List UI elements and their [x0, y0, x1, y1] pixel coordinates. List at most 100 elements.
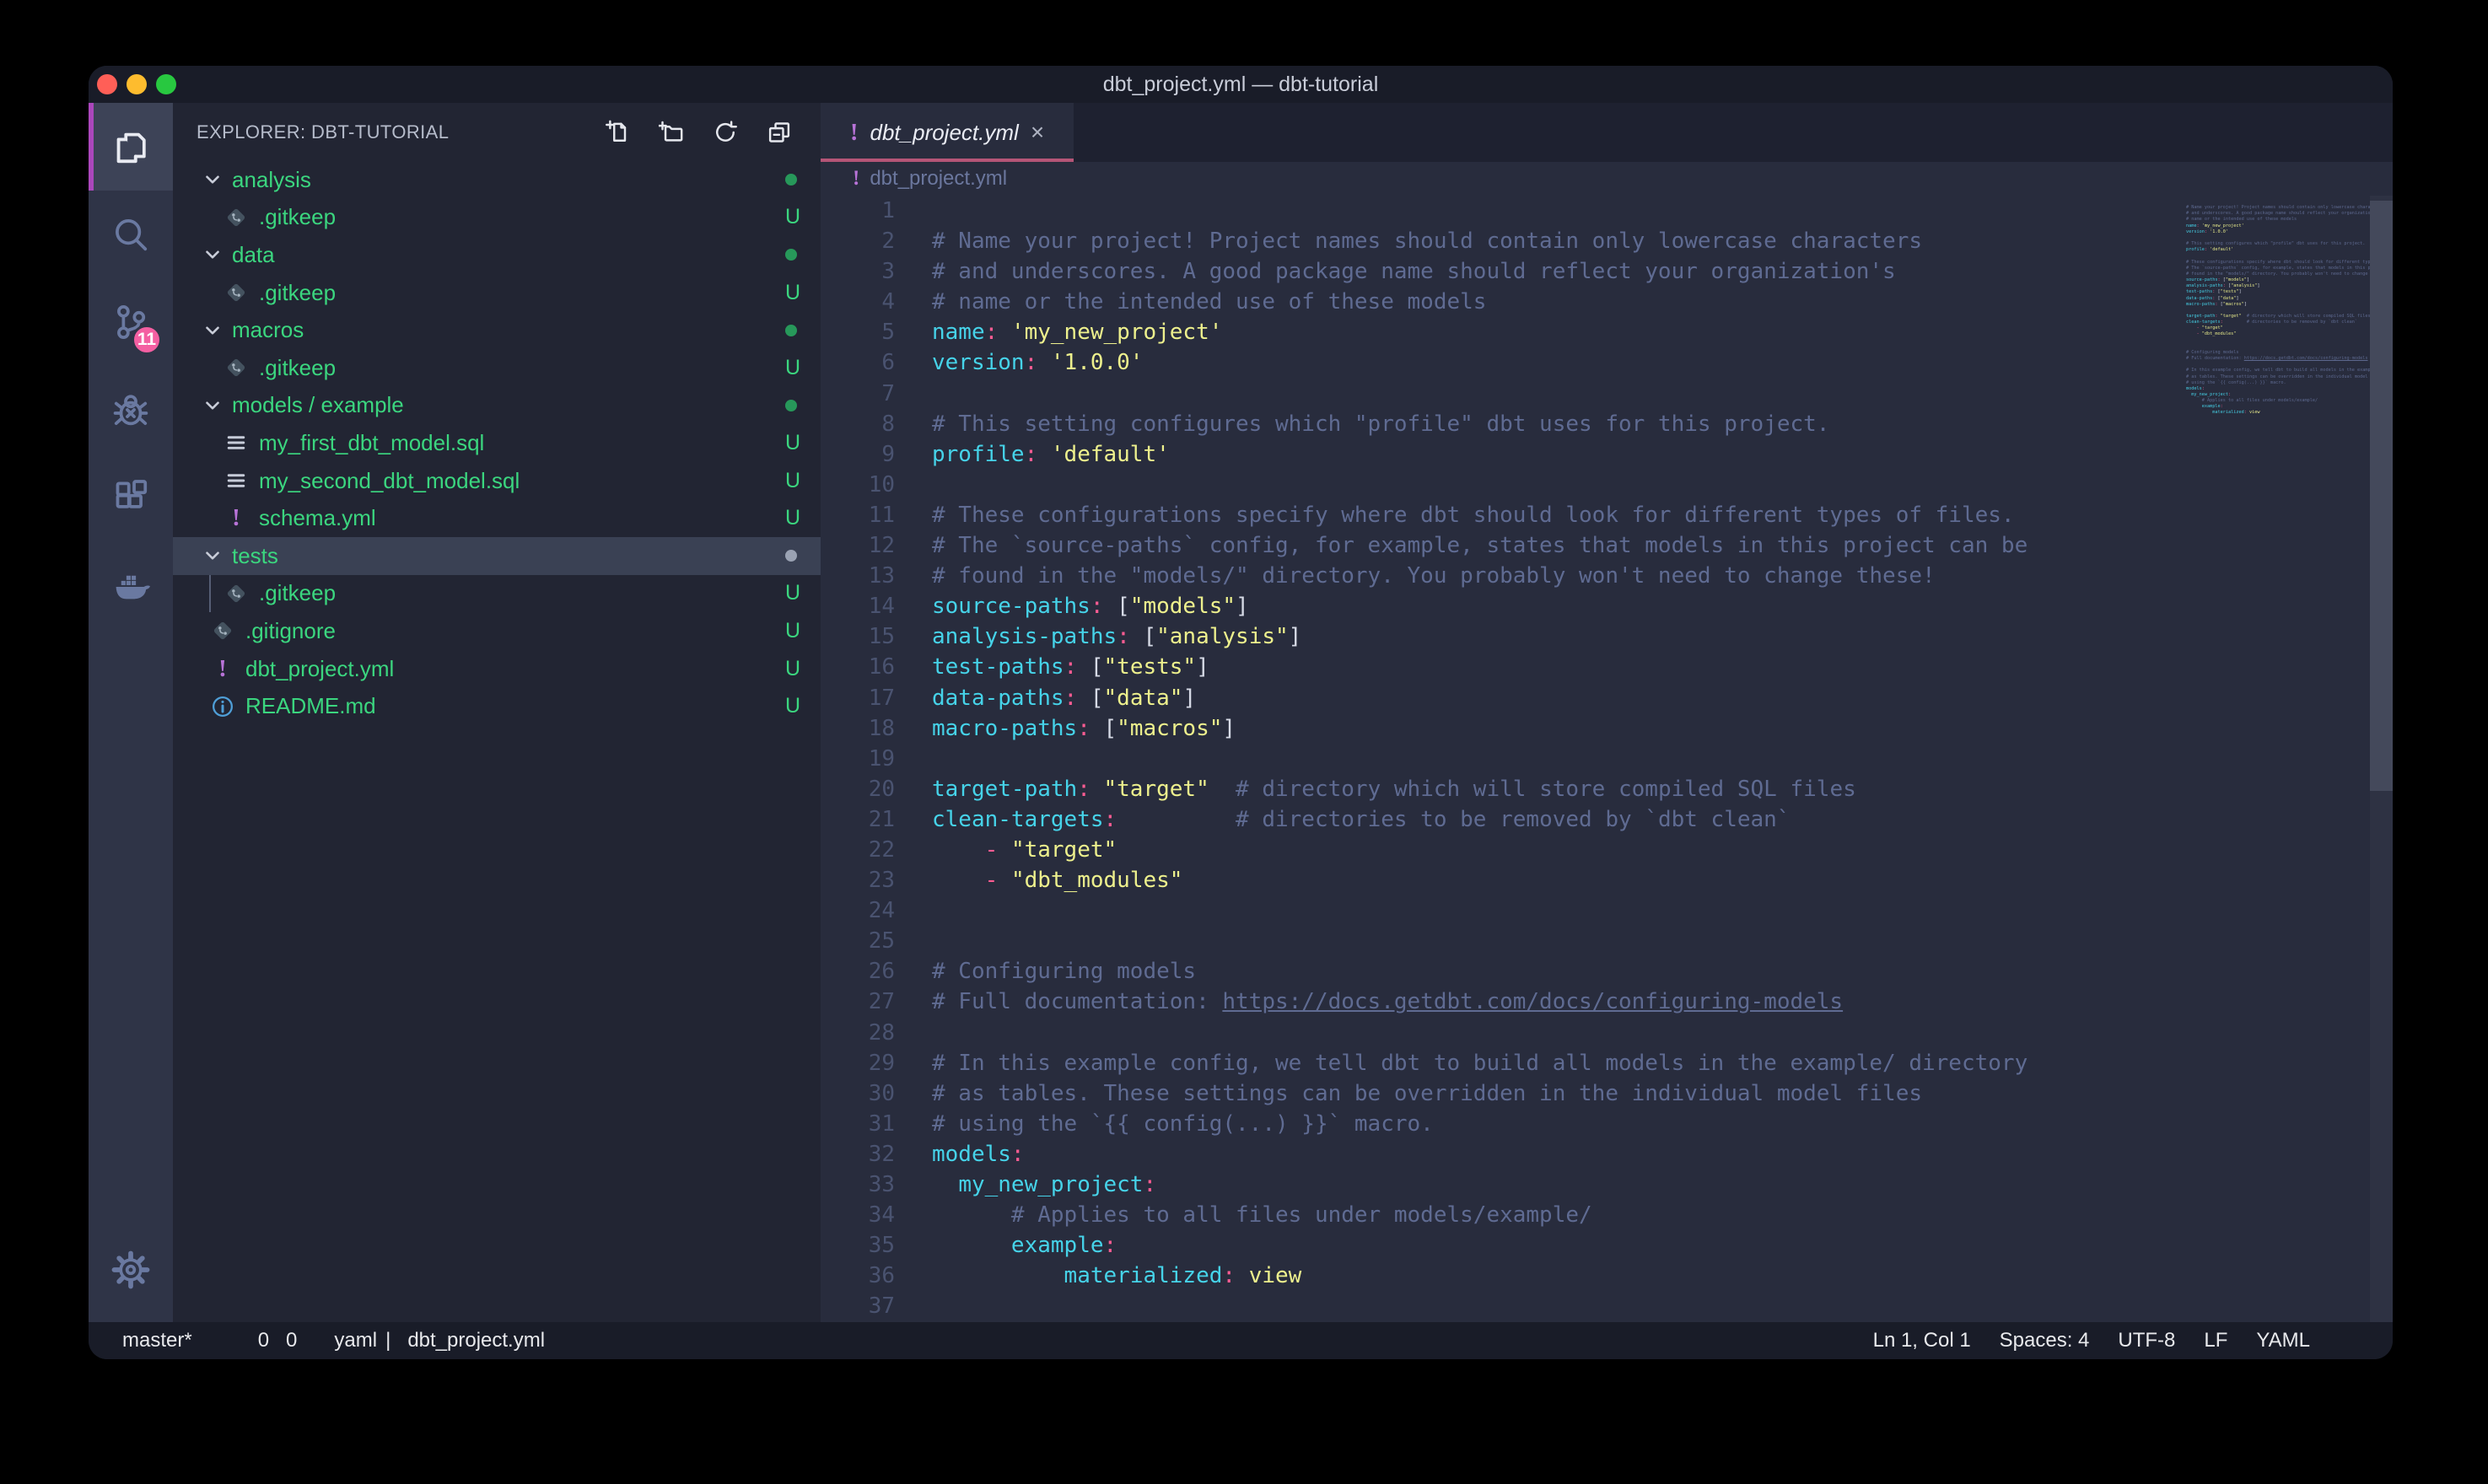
line-number: 9	[821, 439, 895, 470]
code-text: example:	[932, 1230, 1117, 1261]
code-line[interactable]: 29# In this example config, we tell dbt …	[821, 1048, 2180, 1078]
code-line[interactable]: 25	[821, 926, 2180, 956]
tree-item-dbt-project-yml[interactable]: !dbt_project.ymlU	[173, 650, 821, 688]
encoding-indicator[interactable]: UTF-8	[2118, 1329, 2175, 1352]
new-folder-button[interactable]	[659, 120, 684, 145]
title-bar[interactable]: dbt_project.yml — dbt-tutorial	[89, 66, 2393, 103]
collapse-all-button[interactable]	[767, 120, 792, 145]
tree-item-tests[interactable]: tests	[173, 537, 821, 575]
tree-item-my-first-dbt-model-sql[interactable]: my_first_dbt_model.sqlU	[173, 424, 821, 462]
code-line[interactable]: 32models:	[821, 1139, 2180, 1169]
git-status-badge: U	[785, 281, 800, 305]
tree-item-schema-yml[interactable]: !schema.ymlU	[173, 499, 821, 537]
line-number: 23	[821, 865, 895, 895]
activity-bar-item-search[interactable]	[89, 191, 173, 278]
tree-item-models-example[interactable]: models / example	[173, 387, 821, 425]
line-number: 5	[821, 317, 895, 347]
code-line[interactable]: 2# Name your project! Project names shou…	[821, 226, 2180, 256]
activity-bar-item-source-control[interactable]: 11	[89, 278, 173, 366]
language-mode[interactable]: YAML	[2256, 1329, 2310, 1352]
code-line[interactable]: 19	[821, 744, 2180, 774]
explorer-title: EXPLORER: DBT-TUTORIAL	[197, 121, 605, 143]
status-bar: master* 0 0 yaml | dbt_project.yml Ln 1,…	[89, 1322, 2393, 1359]
close-tab-icon[interactable]: ×	[1031, 119, 1044, 146]
tree-item-data[interactable]: data	[173, 236, 821, 274]
code-line[interactable]: 35 example:	[821, 1230, 2180, 1261]
line-number: 22	[821, 835, 895, 865]
code-line[interactable]: 27# Full documentation: https://docs.get…	[821, 987, 2180, 1017]
tree-item--gitkeep[interactable]: .gitkeepU	[173, 274, 821, 312]
code-line[interactable]: 9profile: 'default'	[821, 439, 2180, 470]
new-file-button[interactable]	[605, 120, 630, 145]
code-line[interactable]: 24	[821, 895, 2180, 926]
line-number: 19	[821, 744, 895, 774]
new-file-icon	[605, 120, 630, 145]
breadcrumb[interactable]: ! dbt_project.yml	[821, 162, 2393, 196]
code-line[interactable]: 37	[821, 1291, 2180, 1321]
code-text: my_new_project:	[932, 1169, 1156, 1200]
scrollbar[interactable]	[2370, 196, 2393, 1322]
line-number: 13	[821, 561, 895, 591]
code-line[interactable]: 11# These configurations specify where d…	[821, 500, 2180, 530]
indent-guide	[209, 575, 211, 613]
code-line[interactable]: 21clean-targets: # directories to be rem…	[821, 804, 2180, 835]
code-line[interactable]: 15analysis-paths: ["analysis"]	[821, 621, 2180, 652]
scrollbar-thumb[interactable]	[2370, 201, 2393, 791]
code-line[interactable]: 5name: 'my_new_project'	[821, 317, 2180, 347]
problems-indicator[interactable]: 0 0	[250, 1329, 298, 1352]
code-line[interactable]: 36 materialized: view	[821, 1261, 2180, 1291]
code-line[interactable]: 31# using the `{{ config(...) }}` macro.	[821, 1109, 2180, 1139]
code-line[interactable]: 3# and underscores. A good package name …	[821, 256, 2180, 287]
activity-bar-item-extensions[interactable]	[89, 454, 173, 541]
tree-item--gitkeep[interactable]: .gitkeepU	[173, 199, 821, 237]
minimap[interactable]: # Name your project! Project names shoul…	[2186, 199, 2370, 417]
close-window-button[interactable]	[97, 74, 117, 94]
code-line[interactable]: 28	[821, 1018, 2180, 1048]
code-line[interactable]: 10	[821, 470, 2180, 500]
tree-item--gitignore[interactable]: .gitignoreU	[173, 612, 821, 650]
code-editor[interactable]: 12# Name your project! Project names sho…	[821, 196, 2393, 1322]
code-line[interactable]: 22 - "target"	[821, 835, 2180, 865]
code-line[interactable]: 14source-paths: ["models"]	[821, 591, 2180, 621]
code-line[interactable]: 33 my_new_project:	[821, 1169, 2180, 1200]
tree-item-macros[interactable]: macros	[173, 311, 821, 349]
code-line[interactable]: 8# This setting configures which "profil…	[821, 409, 2180, 439]
git-branch-indicator[interactable]: master*	[114, 1329, 192, 1352]
tab-dbt-project-yml[interactable]: ! dbt_project.yml ×	[821, 103, 1074, 162]
code-line[interactable]: 17data-paths: ["data"]	[821, 683, 2180, 713]
code-line[interactable]: 12# The `source-paths` config, for examp…	[821, 530, 2180, 561]
activity-bar-item-settings[interactable]	[89, 1226, 173, 1314]
minimize-window-button[interactable]	[127, 74, 147, 94]
tree-item--gitkeep[interactable]: .gitkeepU	[173, 575, 821, 613]
tree-item--gitkeep[interactable]: .gitkeepU	[173, 349, 821, 387]
refresh-button[interactable]	[713, 120, 738, 145]
yaml-lint-indicator[interactable]: yaml | dbt_project.yml	[326, 1329, 545, 1352]
line-number: 11	[821, 500, 895, 530]
breadcrumb-file-label[interactable]: dbt_project.yml	[870, 167, 1007, 191]
code-text: # Full documentation: https://docs.getdb…	[932, 987, 1843, 1017]
cursor-position[interactable]: Ln 1, Col 1	[1873, 1329, 1971, 1352]
code-line[interactable]: 4# name or the intended use of these mod…	[821, 287, 2180, 317]
code-line[interactable]: 13# found in the "models/" directory. Yo…	[821, 561, 2180, 591]
code-line[interactable]: 30# as tables. These settings can be ove…	[821, 1078, 2180, 1109]
activity-bar-item-debug[interactable]	[89, 366, 173, 454]
eol-indicator[interactable]: LF	[2204, 1329, 2227, 1352]
code-line[interactable]: 1	[821, 196, 2180, 226]
code-line[interactable]: 18macro-paths: ["macros"]	[821, 713, 2180, 744]
indentation-indicator[interactable]: Spaces: 4	[2000, 1329, 2090, 1352]
code-line[interactable]: 16test-paths: ["tests"]	[821, 652, 2180, 682]
activity-bar-item-docker[interactable]	[89, 541, 173, 629]
code-line[interactable]: 26# Configuring models	[821, 956, 2180, 987]
activity-bar-item-explorer[interactable]	[89, 103, 173, 191]
code-line[interactable]: 20target-path: "target" # directory whic…	[821, 774, 2180, 804]
line-number: 3	[821, 256, 895, 287]
code-line[interactable]: 23 - "dbt_modules"	[821, 865, 2180, 895]
code-line[interactable]: 7	[821, 379, 2180, 409]
code-line[interactable]: 6version: '1.0.0'	[821, 347, 2180, 378]
tree-item-my-second-dbt-model-sql[interactable]: my_second_dbt_model.sqlU	[173, 462, 821, 500]
zoom-window-button[interactable]	[156, 74, 176, 94]
tree-item-analysis[interactable]: analysis	[173, 161, 821, 199]
tree-item-readme-md[interactable]: README.mdU	[173, 687, 821, 725]
code-text: source-paths: ["models"]	[932, 591, 1249, 621]
code-line[interactable]: 34 # Applies to all files under models/e…	[821, 1200, 2180, 1230]
